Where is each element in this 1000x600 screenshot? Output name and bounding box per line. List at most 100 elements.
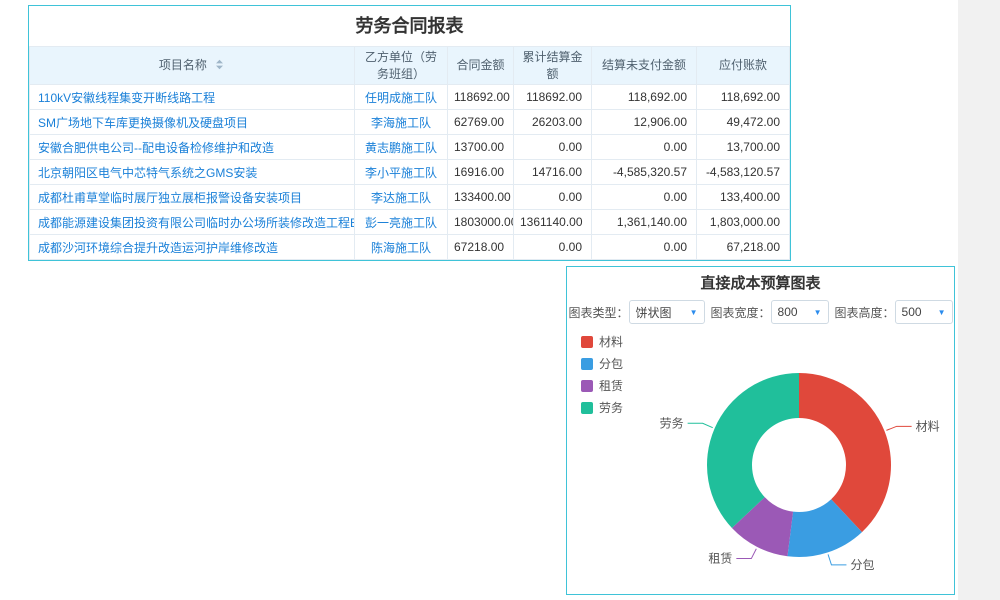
col-header-project-label: 项目名称: [159, 58, 207, 72]
settled-amount-cell[interactable]: 0.00: [514, 135, 592, 160]
page-title: 劳务合同报表: [29, 6, 790, 46]
col-header-settled-amount: 累计结算金额: [514, 47, 592, 85]
chevron-down-icon: ▼: [938, 308, 946, 317]
unpaid-amount-cell: 12,906.00: [592, 110, 697, 135]
legend-item[interactable]: 材料: [581, 333, 623, 350]
page: 劳务合同报表 项目名称 乙: [0, 0, 1000, 600]
contract-amount-cell[interactable]: 62769.00: [448, 110, 514, 135]
chart-legend: 材料 分包 租赁 劳务: [581, 333, 623, 421]
contractor-cell: 李小平施工队: [355, 160, 448, 185]
settled-amount-cell[interactable]: 0.00: [514, 235, 592, 260]
contractor-link[interactable]: 李小平施工队: [365, 166, 437, 180]
chart-width-value: 800: [778, 305, 798, 319]
contractor-link[interactable]: 彭一亮施工队: [365, 216, 437, 230]
project-cell: 安徽合肥供电公司--配电设备检修维护和改造: [30, 135, 355, 160]
col-header-contractor: 乙方单位（劳务班组）: [355, 47, 448, 85]
contract-amount-cell[interactable]: 67218.00: [448, 235, 514, 260]
project-cell: SM广场地下车库更换摄像机及硬盘项目: [30, 110, 355, 135]
settled-amount-cell[interactable]: 0.00: [514, 185, 592, 210]
control-chart-height: 图表高度： 500 ▼: [835, 300, 953, 324]
contractor-link[interactable]: 陈海施工队: [371, 241, 431, 255]
unpaid-amount-cell: 0.00: [592, 135, 697, 160]
contract-amount-cell[interactable]: 1803000.00: [448, 210, 514, 235]
chart-height-select[interactable]: 500 ▼: [895, 300, 953, 324]
contractor-link[interactable]: 李达施工队: [371, 191, 431, 205]
page-gutter: [958, 0, 1000, 600]
chart-width-label: 图表宽度：: [711, 304, 771, 321]
legend-item[interactable]: 分包: [581, 355, 623, 372]
contractor-link[interactable]: 任明成施工队: [365, 91, 437, 105]
slice-label: 租赁: [708, 552, 732, 566]
project-link[interactable]: 110kV安徽线程集变开断线路工程: [38, 91, 215, 105]
legend-item[interactable]: 租赁: [581, 377, 623, 394]
project-cell: 成都杜甫草堂临时展厅独立展柜报警设备安装项目: [30, 185, 355, 210]
label-line: [688, 423, 713, 427]
report-table: 项目名称 乙方单位（劳务班组） 合同金额 累计结算金额 结算未支付金额 应付账款: [29, 46, 790, 260]
table-row: 成都沙河环境综合提升改造运河护岸维修改造 陈海施工队 67218.00 0.00…: [30, 235, 790, 260]
report-panel: 劳务合同报表 项目名称 乙: [28, 5, 791, 261]
chevron-down-icon: ▼: [690, 308, 698, 317]
col-header-project: 项目名称: [30, 47, 355, 85]
unpaid-amount-cell: 1,361,140.00: [592, 210, 697, 235]
chart-height-value: 500: [902, 305, 922, 319]
legend-swatch: [581, 402, 593, 414]
payable-cell: 13,700.00: [697, 135, 790, 160]
chart-title: 直接成本预算图表: [567, 267, 954, 297]
slice-label: 劳务: [660, 415, 684, 430]
sort-icon[interactable]: [214, 58, 225, 74]
chart-area: 材料 分包 租赁 劳务 材料分包租赁劳务: [567, 327, 954, 591]
col-header-unpaid-amount: 结算未支付金额: [592, 47, 697, 85]
contract-amount-cell[interactable]: 13700.00: [448, 135, 514, 160]
chart-type-label: 图表类型：: [568, 304, 628, 321]
project-link[interactable]: 安徽合肥供电公司--配电设备检修维护和改造: [38, 141, 274, 155]
contractor-cell: 彭一亮施工队: [355, 210, 448, 235]
chart-panel: 直接成本预算图表 图表类型： 饼状图 ▼ 图表宽度： 800 ▼ 图表高度： 5: [566, 266, 955, 595]
project-link[interactable]: 北京朝阳区电气中芯特气系统之GMS安装: [38, 166, 257, 180]
legend-label: 分包: [599, 355, 623, 372]
contract-amount-cell[interactable]: 118692.00: [448, 85, 514, 110]
contract-amount-cell[interactable]: 133400.00: [448, 185, 514, 210]
settled-amount-cell[interactable]: 118692.00: [514, 85, 592, 110]
legend-label: 租赁: [599, 377, 623, 394]
chart-type-value: 饼状图: [636, 304, 672, 321]
contractor-cell: 李海施工队: [355, 110, 448, 135]
contract-amount-cell[interactable]: 16916.00: [448, 160, 514, 185]
slice-label: 分包: [850, 558, 874, 572]
legend-label: 材料: [599, 333, 623, 350]
payable-cell: 133,400.00: [697, 185, 790, 210]
control-chart-type: 图表类型： 饼状图 ▼: [568, 300, 704, 324]
unpaid-amount-cell: 118,692.00: [592, 85, 697, 110]
settled-amount-cell[interactable]: 1361140.00: [514, 210, 592, 235]
chevron-down-icon: ▼: [814, 308, 822, 317]
settled-amount-cell[interactable]: 26203.00: [514, 110, 592, 135]
project-link[interactable]: 成都沙河环境综合提升改造运河护岸维修改造: [38, 241, 278, 255]
contractor-link[interactable]: 李海施工队: [371, 116, 431, 130]
contractor-cell: 陈海施工队: [355, 235, 448, 260]
payable-cell: -4,583,120.57: [697, 160, 790, 185]
label-line: [886, 426, 911, 430]
table-row: 安徽合肥供电公司--配电设备检修维护和改造 黄志鹏施工队 13700.00 0.…: [30, 135, 790, 160]
unpaid-amount-cell: -4,585,320.57: [592, 160, 697, 185]
project-link[interactable]: SM广场地下车库更换摄像机及硬盘项目: [38, 116, 248, 130]
contractor-link[interactable]: 黄志鹏施工队: [365, 141, 437, 155]
payable-cell: 67,218.00: [697, 235, 790, 260]
chart-controls: 图表类型： 饼状图 ▼ 图表宽度： 800 ▼ 图表高度： 500 ▼: [567, 297, 954, 327]
label-line: [736, 549, 756, 559]
chart-width-select[interactable]: 800 ▼: [771, 300, 829, 324]
chart-type-select[interactable]: 饼状图 ▼: [629, 300, 705, 324]
payable-cell: 49,472.00: [697, 110, 790, 135]
contractor-cell: 李达施工队: [355, 185, 448, 210]
project-cell: 110kV安徽线程集变开断线路工程: [30, 85, 355, 110]
table-row: 110kV安徽线程集变开断线路工程 任明成施工队 118692.00 11869…: [30, 85, 790, 110]
pie-slice-劳务[interactable]: [707, 373, 799, 528]
label-line: [828, 554, 846, 564]
contractor-cell: 黄志鹏施工队: [355, 135, 448, 160]
project-link[interactable]: 成都能源建设集团投资有限公司临时办公场所装修改造工程EPC: [38, 216, 355, 230]
header-row: 项目名称 乙方单位（劳务班组） 合同金额 累计结算金额 结算未支付金额 应付账款: [30, 47, 790, 85]
settled-amount-cell[interactable]: 14716.00: [514, 160, 592, 185]
payable-cell: 1,803,000.00: [697, 210, 790, 235]
legend-item[interactable]: 劳务: [581, 399, 623, 416]
legend-swatch: [581, 380, 593, 392]
project-link[interactable]: 成都杜甫草堂临时展厅独立展柜报警设备安装项目: [38, 191, 302, 205]
pie-slice-材料[interactable]: [799, 373, 891, 532]
